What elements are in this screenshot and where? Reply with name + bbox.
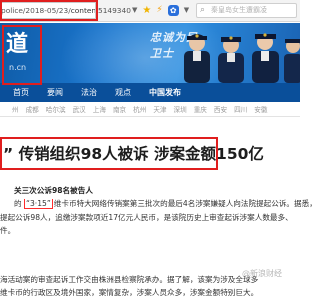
browser-search-input[interactable]: ⌕ 秦皇岛女生遭霸凌: [196, 3, 297, 18]
paragraph-line: 件。: [0, 226, 16, 235]
city-link[interactable]: 安徽: [254, 104, 267, 116]
nav-list: 首页 要闻 法治 观点 中国发布: [0, 83, 300, 102]
lightning-icon[interactable]: ⚡: [156, 3, 162, 18]
site-banner: 道 n.cn 忠诚为民 卫士: [0, 23, 300, 83]
nav-item-news[interactable]: 要闻: [38, 83, 72, 102]
browser-toolbar: police/2018-05/23/content 5149340 ▼ ★ ⚡ …: [0, 0, 300, 22]
highlighted-case-name: “3·15”: [24, 199, 53, 209]
address-bar[interactable]: police/2018-05/23/content: [0, 2, 96, 19]
city-link[interactable]: 四川: [234, 104, 247, 116]
article-headline: ” 传销组织98人被诉 涉案金额150亿: [3, 145, 264, 163]
officer-figure: [252, 33, 279, 83]
paragraph-text: 的: [14, 199, 25, 208]
city-link[interactable]: 州: [12, 104, 19, 116]
nav-item-home[interactable]: 首页: [0, 83, 38, 102]
police-officers-image: [184, 33, 300, 83]
url-suffix[interactable]: 5149340: [98, 2, 132, 19]
paragraph-line: 提起公诉98人，追缴涉案款项近17亿元人民币，是该院历史上审查起诉涉案人数最多、: [0, 213, 293, 222]
city-list: 州 成都 哈尔滨 武汉 上海 南京 杭州 天津 深圳 重庆 西安 四川 安徽: [0, 104, 300, 116]
nav-item-china-release[interactable]: 中国发布: [140, 83, 190, 102]
nav-item-law[interactable]: 法治: [72, 83, 106, 102]
city-link[interactable]: 西安: [214, 104, 227, 116]
city-link[interactable]: 武汉: [73, 104, 86, 116]
source-watermark: @新浪财经: [242, 269, 282, 278]
main-nav: 首页 要闻 法治 观点 中国发布: [0, 83, 300, 102]
site-logo[interactable]: 道 n.cn: [0, 23, 44, 83]
city-link[interactable]: 杭州: [133, 104, 146, 116]
toolbar-icons: ▼ ★ ⚡ ✿ ▼: [132, 3, 189, 18]
logo-text: 道: [6, 31, 29, 57]
chevron-down-icon[interactable]: ▼: [184, 3, 189, 18]
city-link[interactable]: 深圳: [174, 104, 187, 116]
paragraph-text: 维卡币特大网络传销案第三批次的最后4名涉案嫌疑人向法院提起公诉。据悉，该: [53, 199, 314, 208]
officer-figure: [184, 34, 210, 83]
city-link[interactable]: 哈尔滨: [46, 104, 66, 116]
city-link[interactable]: 天津: [153, 104, 166, 116]
article-subhead: 关三次公诉98名被告人: [14, 186, 93, 195]
paragraph-line: 的 “3·15” 维卡币特大网络传销案第三批次的最后4名涉案嫌疑人向法院提起公诉。…: [14, 199, 314, 209]
city-channel-bar: 州 成都 哈尔滨 武汉 上海 南京 杭州 天津 深圳 重庆 西安 四川 安徽: [0, 104, 300, 117]
city-link[interactable]: 上海: [93, 104, 106, 116]
chevron-down-icon[interactable]: ▼: [132, 3, 137, 18]
city-link[interactable]: 成都: [26, 104, 39, 116]
search-icon: ⌕: [200, 5, 206, 15]
officer-figure: [218, 36, 244, 83]
city-link[interactable]: 重庆: [194, 104, 207, 116]
logo-domain: n.cn: [9, 63, 27, 72]
search-placeholder: 秦皇岛女生遭霸凌: [211, 6, 267, 14]
article-headline-block: ” 传销组织98人被诉 涉案金额150亿: [0, 139, 264, 169]
officer-figure: [284, 39, 300, 83]
url-highlight: content: [70, 6, 96, 15]
url-prefix: police/2018-05/23/: [1, 6, 71, 15]
paragraph-line: 维卡币的行政区及境外国家，案情复杂，涉案人员众多，涉案金额特别巨大。: [0, 288, 259, 297]
city-link[interactable]: 南京: [113, 104, 126, 116]
banner-slogan-line2: 卫士: [150, 47, 174, 60]
paw-icon[interactable]: ✿: [167, 5, 179, 16]
star-icon[interactable]: ★: [142, 3, 151, 18]
nav-item-opinion[interactable]: 观点: [106, 83, 140, 102]
